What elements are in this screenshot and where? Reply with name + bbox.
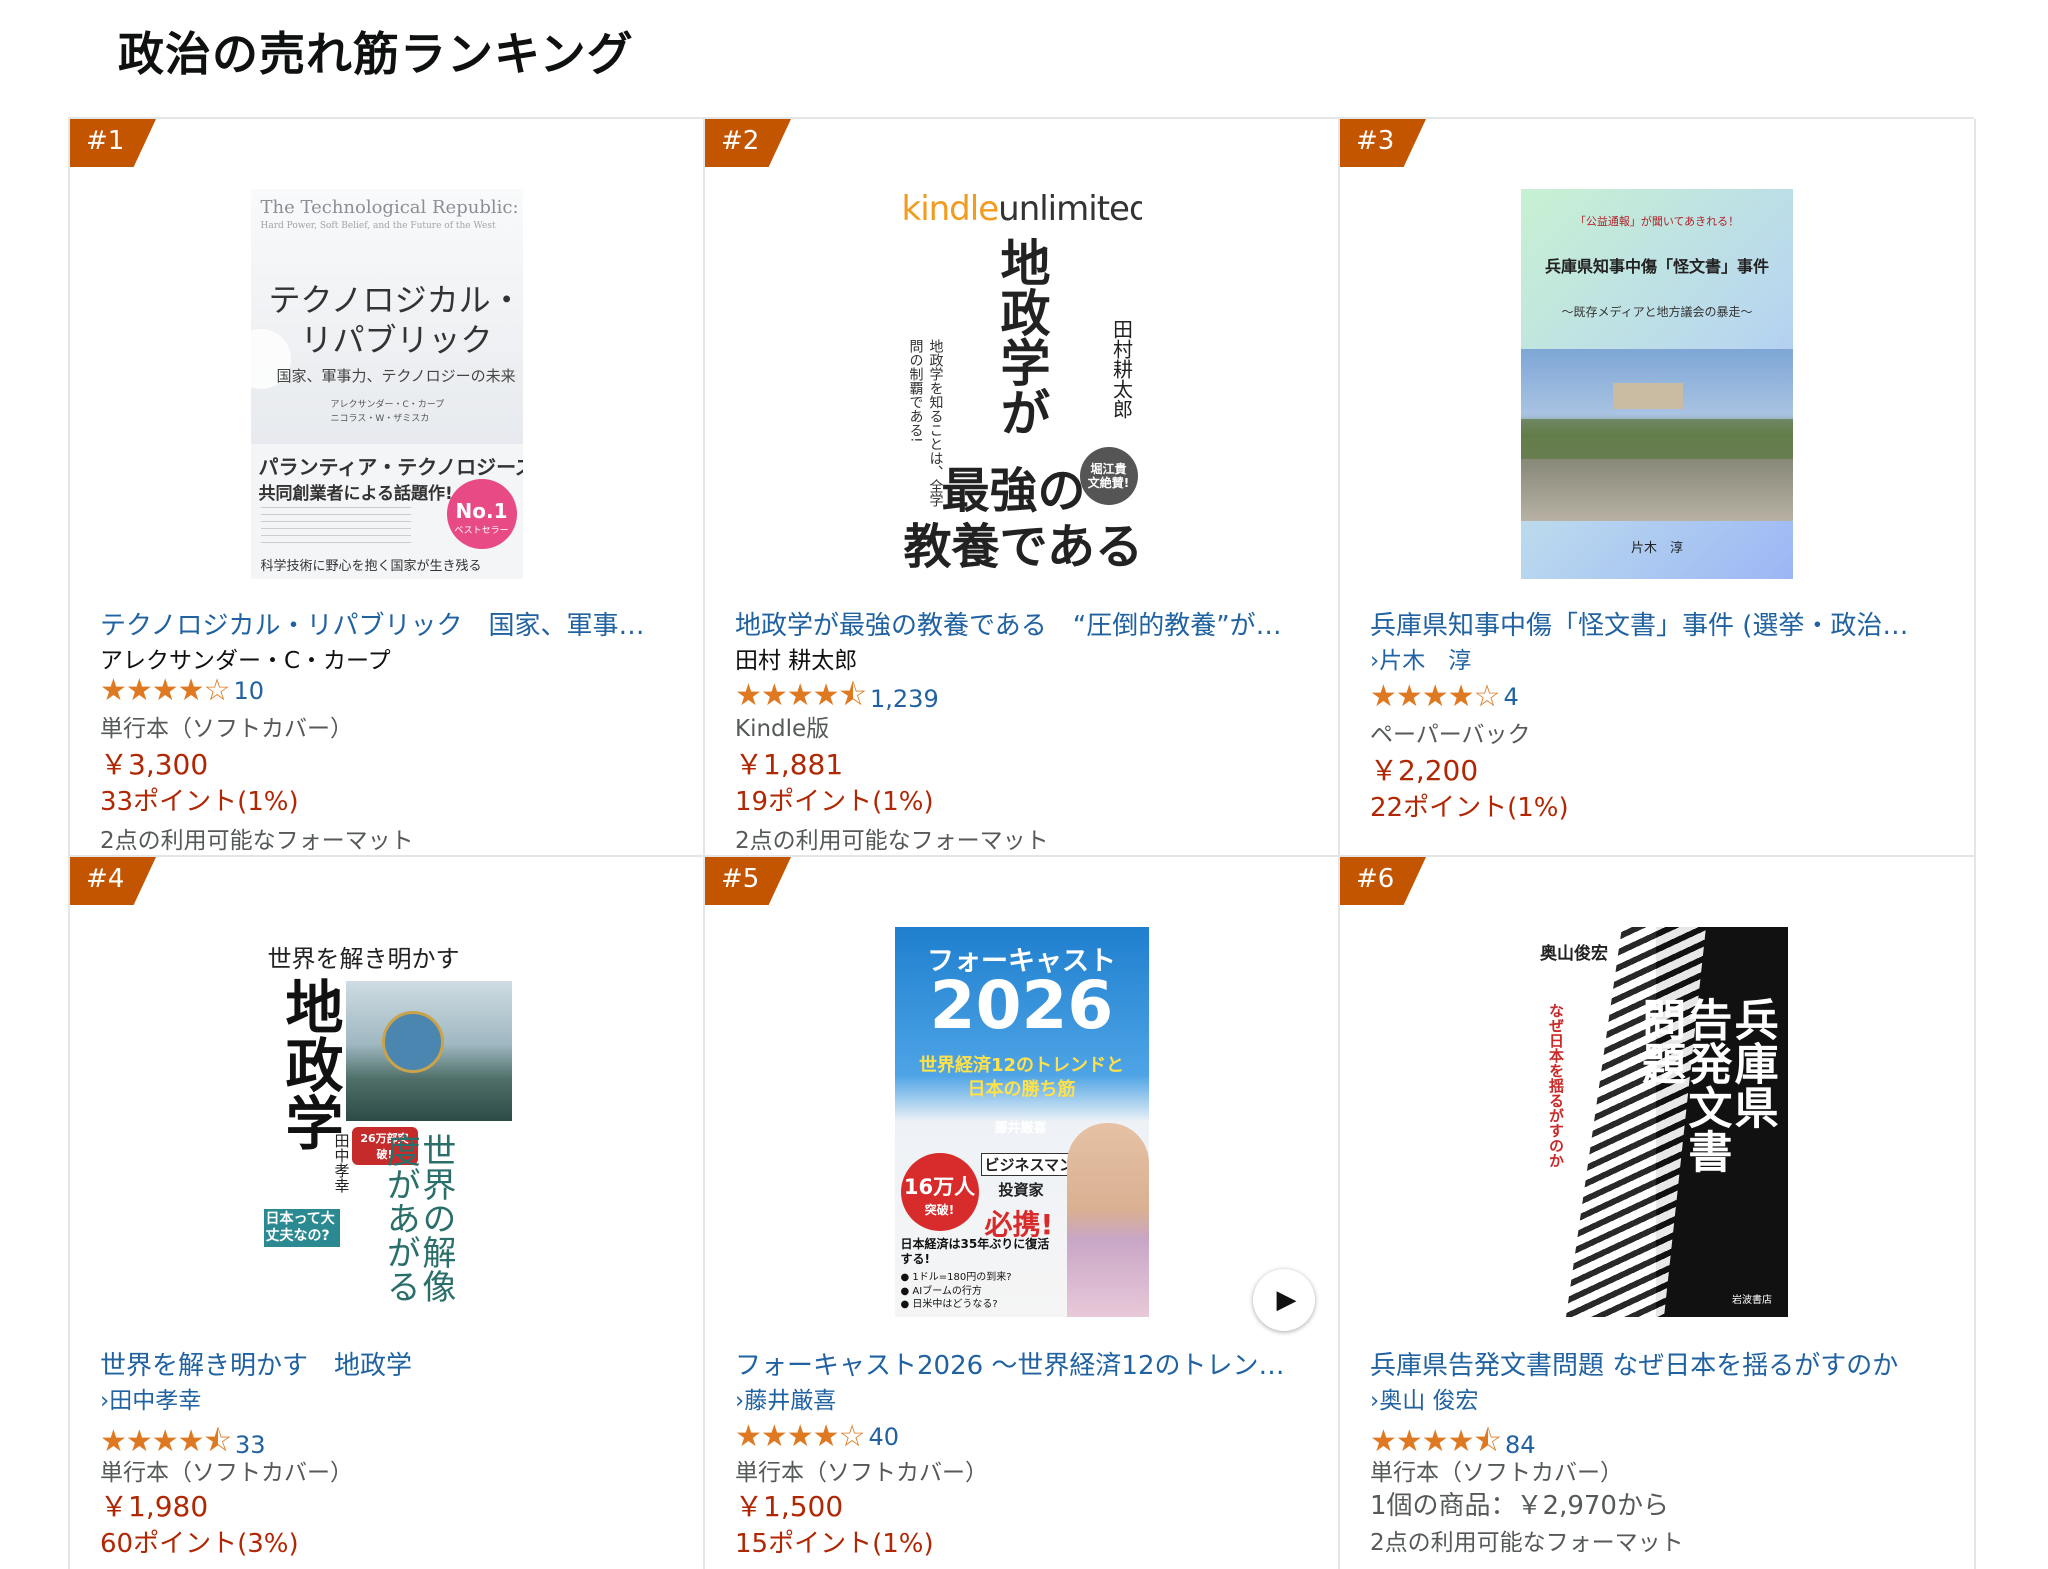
rank-badge: #1 [70,119,156,167]
product-image[interactable]: The Technological Republic: Hard Power, … [250,189,523,579]
rank-badge: #4 [70,857,156,905]
star-rating-icon[interactable]: ★★★★☆ [735,1419,865,1454]
rank-badge: #2 [705,119,791,167]
price[interactable]: ￥3,300 [100,743,208,783]
rating-count-link[interactable]: 10 [233,677,264,705]
format-label: 単行本（ソフトカバー） [1370,1460,1623,1486]
price[interactable]: ￥1,881 [735,743,843,783]
price[interactable]: ￥1,500 [735,1485,843,1525]
formats-available-link[interactable]: 2点の利用可能なフォーマット [735,821,1049,855]
product-image[interactable]: 「公益通報」が聞いてあきれる！ 兵庫県知事中傷「怪文書」事件 ～既存メディアと地… [1521,189,1793,579]
format-label: ペーパーバック [1370,722,1531,748]
bestseller-seal: No.1 ベストセラー [446,479,517,549]
kindle-unlimited-logo: kindleunlimited [901,189,1142,229]
play-video-button[interactable]: ▶ [1253,1269,1315,1331]
format-label: Kindle版 [735,716,830,742]
rating[interactable]: ★★★★☆ 40 [735,1419,899,1454]
format-label: 単行本（ソフトカバー） [735,1460,988,1486]
chevron-right-icon: › [1370,1388,1380,1414]
star-rating-icon[interactable]: ★★★★☆ [1370,679,1500,714]
points: 22ポイント(1%) [1370,793,1569,823]
author-link[interactable]: 片木 淳 [1379,648,1471,674]
product-image[interactable]: 世界を解き明かす 地政学 26万部突破! 田中孝幸 世界の解像度があがる 日本っ… [261,927,512,1317]
rank-badge: #6 [1340,857,1426,905]
product-title-link[interactable]: 世界を解き明かす 地政学 [100,1345,673,1382]
points: 33ポイント(1%) [100,787,299,817]
product-title-link[interactable]: 兵庫県告発文書問題 なぜ日本を揺るがすのか [1370,1345,1944,1382]
endorsement-seal: 堀江貴文絶賛! [1079,447,1138,505]
bullet-list: ● 1ドル=180円の到来? ● AIブームの行方 ● 日米中はどうなる? [900,1272,1012,1310]
price[interactable]: ￥1,980 [100,1485,208,1525]
chevron-right-icon: › [735,1388,745,1414]
product-card-3: #3 「公益通報」が聞いてあきれる！ 兵庫県知事中傷「怪文書」事件 ～既存メディ… [1340,119,1976,857]
ranking-grid: #1 The Technological Republic: Hard Powe… [68,117,1976,1569]
rating[interactable]: ★★★★☆ 10 [100,673,264,708]
globe-illustration [345,981,512,1121]
rank-badge: #5 [705,857,791,905]
points: 19ポイント(1%) [735,787,934,817]
chevron-right-icon: › [100,1388,110,1414]
product-title-link[interactable]: テクノロジカル・リパブリック 国家、軍事… [100,605,673,642]
author-name: 田村 耕太郎 [735,648,858,674]
product-image[interactable]: フォーキャスト 2026 世界経済12のトレンドと 日本の勝ち筋 藤井厳喜 16… [894,927,1149,1317]
author-link[interactable]: 藤井厳喜 [744,1388,836,1414]
product-title-link[interactable]: 地政学が最強の教養である “圧倒的教養”が… [735,605,1308,642]
price-offer-link[interactable]: 1個の商品：￥2,970から [1370,1485,1669,1522]
points: 60ポイント(3%) [100,1529,299,1559]
author-name: アレクサンダー・C・カープ [100,648,391,674]
format-label: 単行本（ソフトカバー） [100,1460,353,1486]
author-link[interactable]: 田中孝幸 [109,1388,201,1414]
product-image[interactable]: kindleunlimited 地政学が 最強の 教養である 地政学を知ることは… [901,189,1142,579]
play-icon: ▶ [1276,1285,1297,1315]
rating-count-link[interactable]: 40 [868,1423,899,1451]
points: 15ポイント(1%) [735,1529,934,1559]
acropolis-photo [1521,349,1793,521]
author-photo [1066,1123,1149,1317]
product-image[interactable]: 奥山俊宏 なぜ日本を揺るがすのか 兵庫県 告発文書 問題 岩波書店 [1526,927,1788,1317]
product-title-link[interactable]: フォーキャスト2026 〜世界経済12のトレン… [735,1345,1308,1382]
page-title: 政治の売れ筋ランキング [118,27,634,81]
star-rating-icon[interactable]: ★★★★☆ [100,673,230,708]
product-title-link[interactable]: 兵庫県知事中傷「怪文書」事件 (選挙・政治… [1370,605,1944,642]
formats-available-link[interactable]: 2点の利用可能なフォーマット [100,821,414,855]
rating-count-link[interactable]: 1,239 [870,685,939,713]
product-card-1: #1 The Technological Republic: Hard Powe… [70,119,705,857]
chevron-right-icon: › [1370,648,1380,674]
author-link[interactable]: 奥山 俊宏 [1379,1388,1478,1414]
product-card-5: #5 フォーキャスト 2026 世界経済12のトレンドと 日本の勝ち筋 藤井厳喜… [705,857,1340,1569]
price[interactable]: ￥2,200 [1370,749,1478,789]
product-card-6: #6 奥山俊宏 なぜ日本を揺るがすのか 兵庫県 告発文書 問題 岩波書店 兵庫県告発… [1340,857,1976,1569]
sales-badge: 16万人 突破! [900,1153,979,1231]
cover-title: 兵庫県 告発文書 問題 [1634,997,1778,1173]
formats-available-link[interactable]: 2点の利用可能なフォーマット [1370,1523,1684,1557]
rating-count-link[interactable]: 4 [1503,683,1518,711]
product-card-4: #4 世界を解き明かす 地政学 26万部突破! 田中孝幸 世界の解像度があがる … [70,857,705,1569]
rank-badge: #3 [1340,119,1426,167]
product-card-2: #2 kindleunlimited 地政学が 最強の 教養である 地政学を知る… [705,119,1340,857]
rating[interactable]: ★★★★☆ 4 [1370,679,1519,714]
format-label: 単行本（ソフトカバー） [100,716,353,742]
